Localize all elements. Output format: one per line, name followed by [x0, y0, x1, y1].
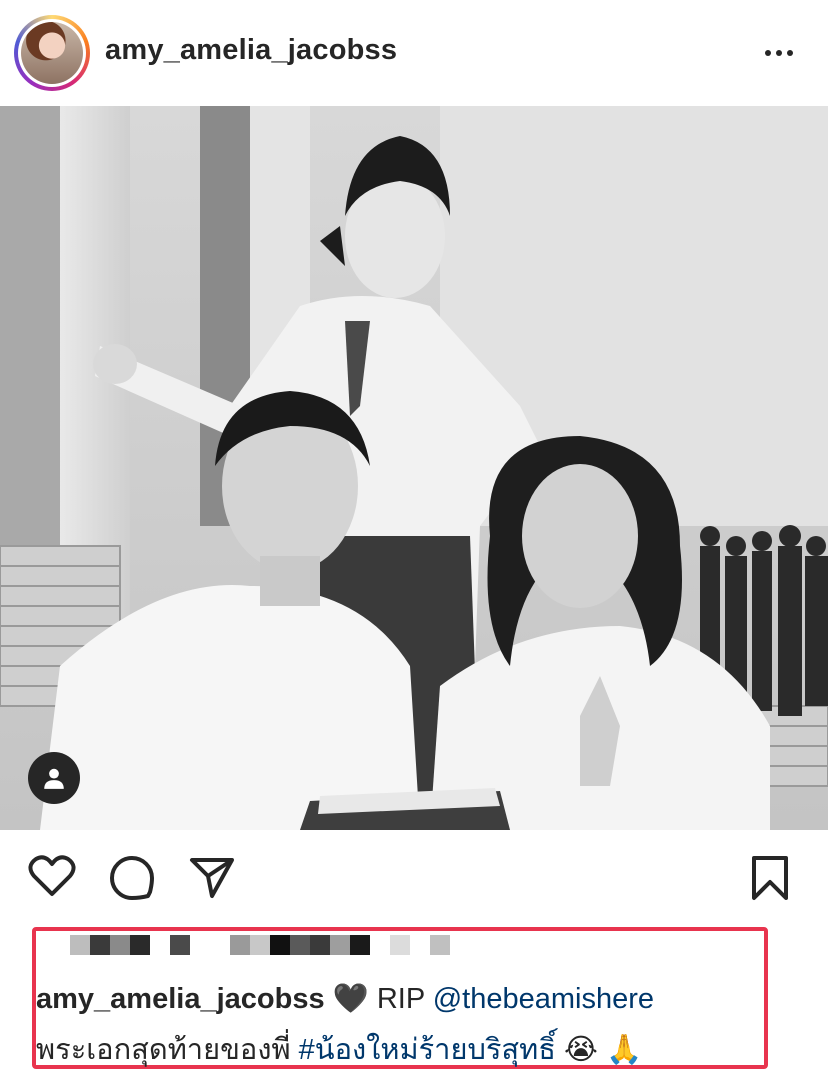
caption-line-2: พระเอกสุดท้ายของพี่ #น้องใหม่ร้ายบริสุทธ…	[36, 1026, 642, 1071]
more-dot	[776, 50, 782, 56]
post-username[interactable]: amy_amelia_jacobss	[105, 34, 397, 67]
caption-emojis: 😭 🙏	[564, 1034, 643, 1066]
black-heart-emoji: 🖤	[332, 983, 369, 1015]
heart-outline-icon[interactable]	[28, 854, 76, 903]
send-icon[interactable]	[188, 854, 236, 907]
bookmark-glyph	[752, 856, 788, 900]
likes-pixelated	[70, 935, 450, 955]
comment-icon[interactable]	[108, 854, 156, 907]
post-header: amy_amelia_jacobss	[0, 0, 828, 106]
caption-username[interactable]: amy_amelia_jacobss	[36, 983, 325, 1015]
avatar-border	[18, 19, 86, 87]
caption-hashtag[interactable]: #น้องใหม่ร้ายบริสุทธิ์	[299, 1034, 556, 1066]
person-icon[interactable]	[28, 752, 80, 804]
caption-thai-text: พระเอกสุดท้ายของพี่	[36, 1034, 291, 1066]
action-bar	[0, 830, 828, 926]
more-dot	[765, 50, 771, 56]
avatar-image	[21, 22, 83, 84]
bookmark-icon[interactable]	[750, 854, 790, 907]
post-image[interactable]	[0, 106, 828, 830]
caption-line-1: amy_amelia_jacobss 🖤 RIP @thebeamishere	[36, 982, 654, 1016]
caption-rip-text: RIP	[376, 983, 425, 1015]
person-icon-glyph	[44, 768, 64, 789]
heart-outline-glyph	[28, 855, 76, 896]
caption-mention[interactable]: @thebeamishere	[433, 983, 654, 1015]
post-image-illustration	[0, 106, 828, 830]
send-glyph	[190, 858, 234, 898]
avatar[interactable]	[14, 15, 90, 91]
comment-glyph	[110, 856, 154, 900]
more-horizontal-icon[interactable]	[765, 43, 805, 63]
more-dot	[787, 50, 793, 56]
